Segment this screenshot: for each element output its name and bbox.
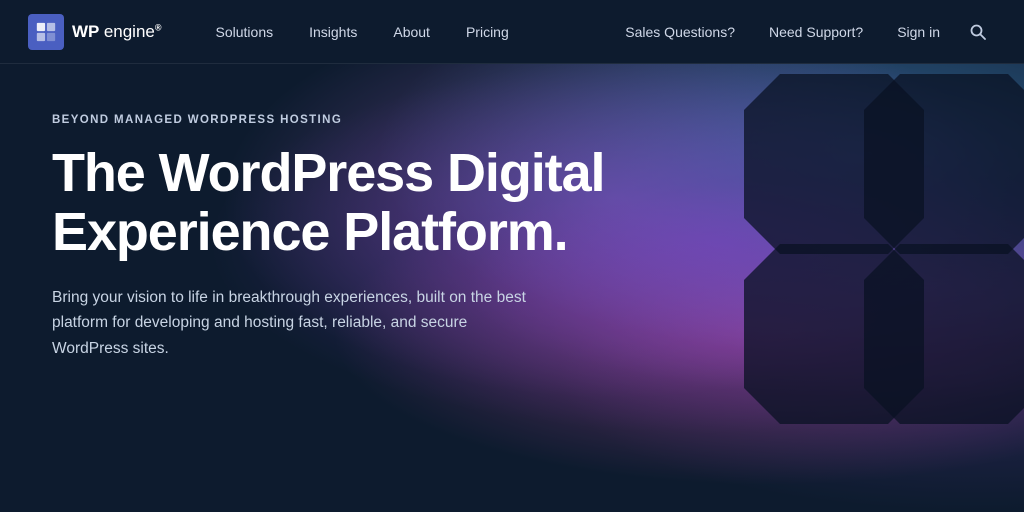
hero-content: BEYOND MANAGED WORDPRESS HOSTING The Wor… [52, 114, 604, 361]
hero-title: The WordPress Digital Experience Platfor… [52, 144, 604, 263]
nav-support[interactable]: Need Support? [755, 0, 877, 64]
hero-title-line2: Experience Platform. [52, 202, 568, 262]
nav-solutions[interactable]: Solutions [198, 0, 292, 64]
nav-links: Solutions Insights About Pricing [198, 0, 612, 64]
nav-pricing[interactable]: Pricing [448, 0, 527, 64]
geo-shape-top-right [864, 74, 1024, 254]
nav-about[interactable]: About [375, 0, 448, 64]
hero-section: BEYOND MANAGED WORDPRESS HOSTING The Wor… [0, 64, 1024, 512]
nav-insights[interactable]: Insights [291, 0, 375, 64]
nav-right: Sales Questions? Need Support? Sign in [611, 0, 996, 64]
search-icon[interactable] [960, 14, 996, 50]
geo-shape-bottom-right [864, 244, 1024, 424]
navbar: WP engine® Solutions Insights About Pric… [0, 0, 1024, 64]
nav-sales[interactable]: Sales Questions? [611, 0, 749, 64]
geo-overlay [604, 64, 1024, 512]
hero-title-line1: The WordPress Digital [52, 143, 604, 203]
hero-eyebrow: BEYOND MANAGED WORDPRESS HOSTING [52, 114, 604, 126]
nav-signin[interactable]: Sign in [883, 0, 954, 64]
logo[interactable]: WP engine® [28, 14, 162, 50]
hero-description: Bring your vision to life in breakthroug… [52, 285, 532, 362]
logo-wordmark: WP engine® [72, 23, 162, 40]
logo-icon [28, 14, 64, 50]
